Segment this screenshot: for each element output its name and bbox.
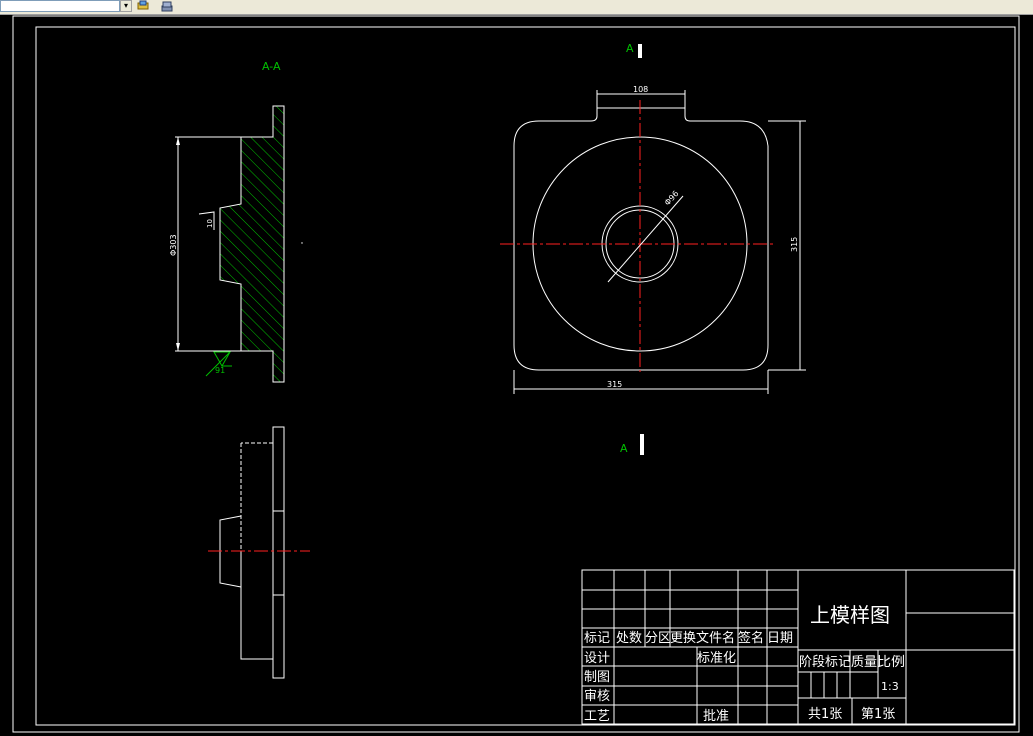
section-view: Φ303 10 91 bbox=[169, 105, 303, 383]
row-design: 设计 bbox=[584, 651, 610, 666]
dim-height: 315 bbox=[790, 237, 799, 252]
dim-left-small: 10 bbox=[206, 219, 214, 228]
layers-icon[interactable] bbox=[136, 0, 150, 12]
row-process: 工艺 bbox=[584, 709, 610, 724]
total-sheets: 共1张 bbox=[808, 707, 842, 722]
chevron-down-icon[interactable]: ▾ bbox=[120, 0, 132, 12]
title-block: 上模样图 标记 处数 分区 更换文件名 签名 日期 设计 制图 审核 工艺 标准… bbox=[581, 569, 1015, 725]
dim-top-width: 108 bbox=[633, 85, 648, 94]
cad-drawing-canvas[interactable]: A-A Φ303 10 91 A Φ96 108 315 315 A 上模样图 … bbox=[0, 14, 1033, 736]
stack-icon[interactable] bbox=[160, 0, 174, 12]
layer-combo[interactable] bbox=[0, 0, 120, 12]
dim-width: 315 bbox=[607, 380, 622, 389]
sheet-number: 第1张 bbox=[861, 707, 895, 722]
plan-view: Φ96 108 315 315 bbox=[500, 85, 806, 394]
header-count: 处数 bbox=[616, 631, 642, 646]
approve-label: 批准 bbox=[703, 709, 729, 724]
weight-label: 质量 bbox=[851, 655, 877, 670]
scale-label: 比例 bbox=[877, 655, 905, 670]
section-label: A-A bbox=[262, 60, 281, 73]
header-mark: 标记 bbox=[584, 631, 610, 646]
drawing-title: 上模样图 bbox=[810, 603, 890, 627]
header-date: 日期 bbox=[767, 631, 793, 646]
header-change-doc: 更换文件名 bbox=[670, 630, 735, 646]
header-zone: 分区 bbox=[645, 631, 671, 646]
view-label-bottom: A bbox=[620, 442, 628, 455]
dim-hole-diameter: Φ96 bbox=[663, 189, 681, 207]
side-view bbox=[208, 426, 310, 679]
standardize-label: 标准化 bbox=[697, 651, 736, 666]
view-label-top: A bbox=[626, 42, 634, 55]
header-signature: 签名 bbox=[738, 630, 764, 646]
row-review: 审核 bbox=[584, 689, 610, 704]
dim-left-diameter: Φ303 bbox=[169, 234, 178, 256]
stage-mark-label: 阶段标记 bbox=[799, 655, 851, 670]
view-arrow-top bbox=[638, 44, 642, 58]
scale-value: 1:3 bbox=[881, 680, 899, 693]
surface-roughness: 91 bbox=[215, 366, 225, 375]
row-drawing: 制图 bbox=[584, 670, 610, 685]
toolbar: ▾ bbox=[0, 0, 1033, 15]
view-arrow-bottom bbox=[640, 434, 644, 455]
